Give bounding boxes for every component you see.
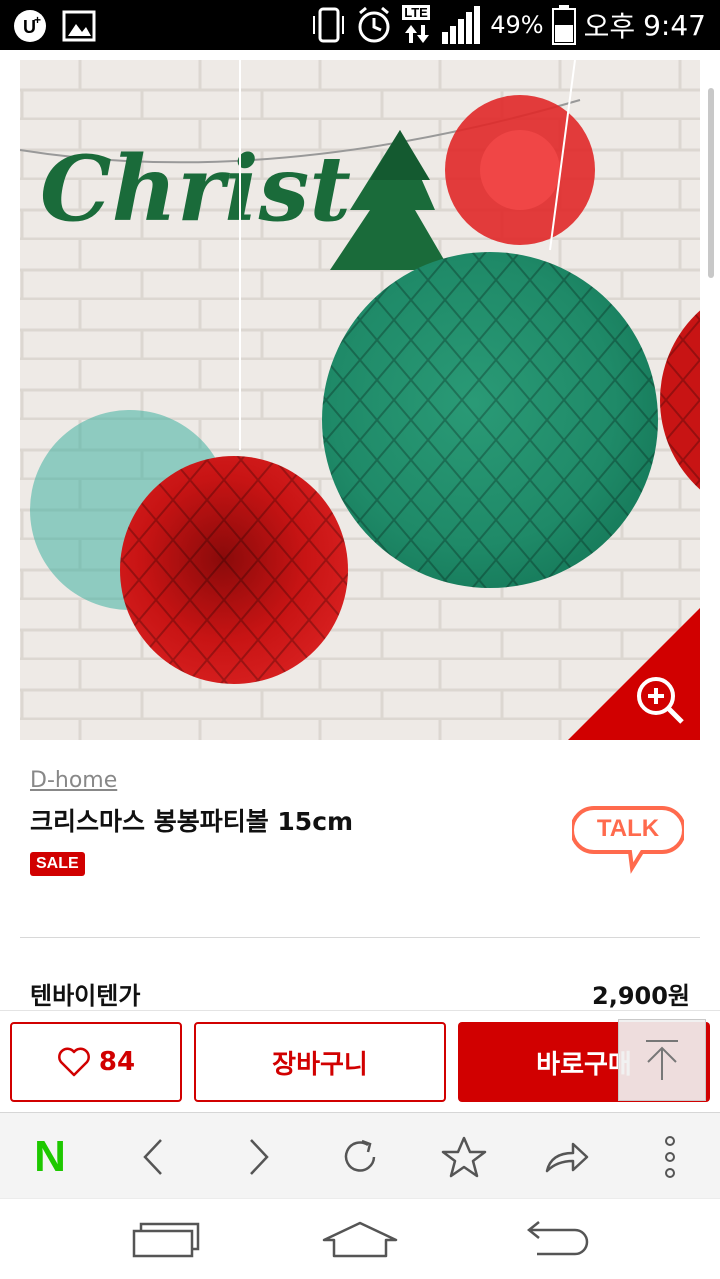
clock-time: 9:47 [643, 8, 706, 42]
zoom-button[interactable] [568, 608, 700, 740]
svg-text:+: + [34, 13, 41, 27]
wishlist-button[interactable]: 84 [10, 1022, 182, 1102]
home-button[interactable] [320, 1215, 400, 1265]
refresh-button[interactable] [334, 1131, 386, 1183]
star-icon [441, 1136, 487, 1178]
system-back-button[interactable] [514, 1215, 594, 1265]
share-arrow-icon [545, 1142, 589, 1173]
chevron-right-icon [250, 1139, 269, 1175]
refresh-icon [344, 1139, 376, 1172]
scrollbar[interactable] [708, 88, 714, 278]
add-to-cart-button[interactable]: 장바구니 [194, 1022, 446, 1102]
talk-label: TALK [596, 815, 660, 842]
brand-link[interactable]: D-home [30, 768, 117, 793]
heart-icon [57, 1047, 90, 1077]
bookmark-button[interactable] [438, 1131, 490, 1183]
sale-badge: SALE [30, 852, 85, 876]
battery-icon [551, 5, 576, 45]
back-arrow-icon [526, 1221, 589, 1256]
vibrate-icon [313, 7, 345, 43]
status-bar: U + LTE 49% 오후 9:47 [0, 0, 720, 50]
alarm-icon [358, 6, 390, 43]
product-image[interactable]: Christ [20, 60, 700, 740]
more-vertical-icon [665, 1136, 675, 1178]
divider [20, 937, 700, 938]
talk-button[interactable]: TALK [570, 804, 686, 874]
android-nav-bar [0, 1198, 720, 1279]
action-bar: 84 장바구니 바로구매 [0, 1010, 720, 1112]
price-label: 텐바이텐가 [30, 982, 141, 1010]
uplus-icon: U + [14, 10, 46, 42]
gallery-icon [62, 10, 96, 42]
share-button[interactable] [540, 1131, 592, 1183]
forward-button[interactable] [232, 1131, 284, 1183]
naver-home-button[interactable]: N [24, 1131, 76, 1183]
back-button[interactable] [128, 1131, 180, 1183]
chevron-left-icon [143, 1139, 162, 1175]
lte-icon: LTE [402, 5, 432, 45]
signal-icon [442, 6, 481, 44]
clock-ampm: 오후 [583, 10, 636, 43]
lte-label: LTE [402, 5, 430, 20]
price-value: 2,900원 [592, 982, 690, 1010]
wishlist-count: 84 [98, 1047, 136, 1077]
more-menu-button[interactable] [644, 1131, 696, 1183]
recent-apps-button[interactable] [126, 1215, 206, 1265]
arrow-up-icon [646, 1040, 678, 1080]
garland-letters: Christ [40, 136, 351, 242]
browser-toolbar: N [0, 1112, 720, 1198]
recent-apps-icon [132, 1222, 200, 1258]
product-name: 크리스마스 봉봉파티볼 15cm [30, 807, 354, 836]
scroll-to-top-button[interactable] [618, 1019, 706, 1101]
battery-percent: 49% [490, 11, 544, 39]
naver-logo: N [34, 1132, 66, 1181]
home-icon [322, 1221, 398, 1258]
